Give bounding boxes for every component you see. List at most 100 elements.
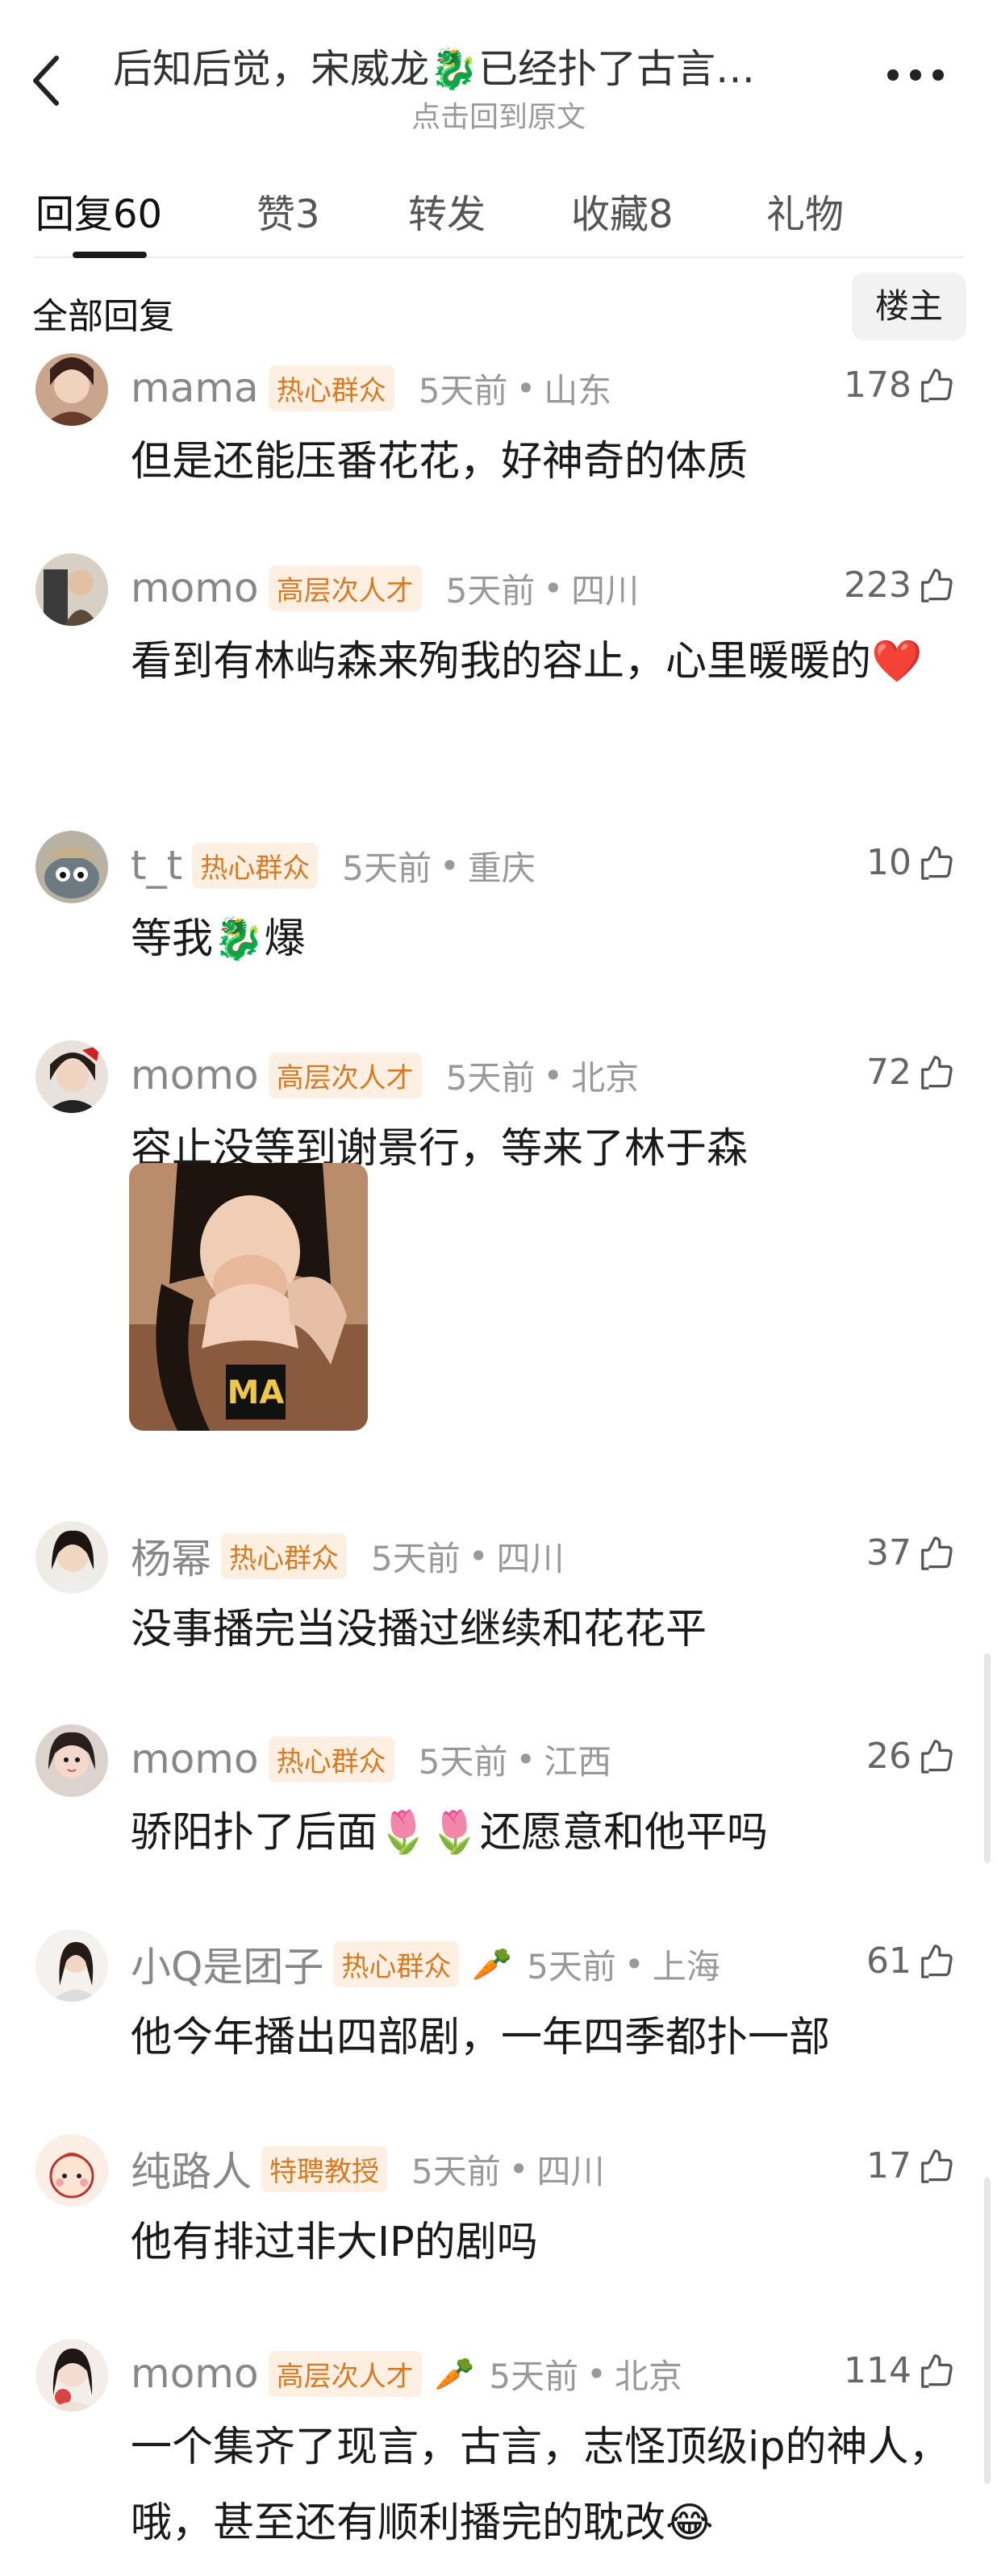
- more-dots-icon: [910, 69, 921, 81]
- timestamp: 5天前: [418, 1741, 508, 1782]
- comment-text: 没事播完当没播过继续和花花平: [131, 1606, 707, 1653]
- scrollbar[interactable]: [984, 2178, 991, 2484]
- comment-text: 骄阳扑了后面🌷🌷还愿意和他平吗: [131, 1809, 769, 1857]
- timestamp: 5天前: [411, 2151, 501, 2191]
- dot-separator: •: [508, 2149, 529, 2189]
- avatar[interactable]: [35, 1724, 108, 1797]
- tab-divider: [34, 256, 963, 258]
- username[interactable]: t_t: [131, 842, 182, 889]
- user-badge: 热心群众: [192, 842, 319, 889]
- like-button[interactable]: 114: [844, 2350, 955, 2391]
- timestamp: 5天前: [527, 1946, 616, 1986]
- username[interactable]: mama: [131, 365, 259, 411]
- username[interactable]: 纯路人: [131, 2140, 252, 2198]
- user-badge: 热心群众: [333, 1940, 460, 1987]
- username[interactable]: 小Q是团子: [131, 1935, 323, 1993]
- comment-item: momo 高层次人才 5天前 • 四川 223 看到有林屿森来殉我的容止，心里暖…: [0, 553, 997, 811]
- tab-gifts[interactable]: 礼物: [766, 182, 844, 239]
- tab-bar: 回复60 赞3 转发 收藏8 礼物: [0, 161, 997, 266]
- like-button[interactable]: 10: [866, 842, 955, 883]
- comment-meta: 小Q是团子 热心群众 🥕 5天前 • 上海: [131, 1936, 720, 1992]
- comment-meta: momo 高层次人才 5天前 • 北京: [131, 1047, 639, 1103]
- like-button[interactable]: 37: [866, 1532, 955, 1574]
- thumbs-up-icon: [921, 568, 953, 602]
- user-badge: 高层次人才: [268, 565, 422, 611]
- dot-separator: •: [515, 368, 536, 408]
- comment-meta: momo 热心群众 5天前 • 江西: [131, 1731, 611, 1787]
- comment-image[interactable]: MA: [129, 1163, 368, 1431]
- dot-separator: •: [586, 2353, 607, 2394]
- username[interactable]: momo: [131, 565, 259, 611]
- thumbs-up-icon: [921, 1055, 953, 1090]
- timestamp: 5天前: [445, 1057, 536, 1098]
- user-badge: 高层次人才: [268, 2350, 422, 2397]
- username[interactable]: momo: [131, 1052, 259, 1098]
- avatar[interactable]: [35, 1521, 108, 1594]
- tab-favorites[interactable]: 收藏8: [571, 182, 674, 239]
- username[interactable]: momo: [131, 2350, 259, 2397]
- scrollbar[interactable]: [984, 1653, 991, 1863]
- tab-likes[interactable]: 赞3: [257, 182, 320, 239]
- comment-meta: t_t 热心群众 5天前 • 重庆: [131, 837, 536, 894]
- timestamp: 5天前: [418, 370, 508, 411]
- avatar[interactable]: [35, 553, 108, 626]
- dot-separator: •: [515, 1739, 536, 1779]
- thumbs-up-icon: [921, 845, 953, 880]
- avatar[interactable]: [35, 353, 108, 426]
- dot-separator: •: [543, 1055, 564, 1095]
- comment-meta: 纯路人 特聘教授 5天前 • 四川: [131, 2140, 605, 2197]
- username[interactable]: momo: [131, 1736, 259, 1782]
- timestamp: 5天前: [489, 2356, 579, 2396]
- comment-meta: 杨幂 热心群众 5天前 • 四川: [131, 1528, 565, 1584]
- back-to-original-link[interactable]: 点击回到原文: [0, 94, 997, 135]
- like-button[interactable]: 72: [866, 1052, 955, 1093]
- comment-meta: momo 高层次人才 🥕 5天前 • 北京: [131, 2345, 682, 2402]
- comment-item: 杨幂 热心群众 5天前 • 四川 37 没事播完当没播过继续和花花平: [0, 1521, 997, 1707]
- like-button[interactable]: 17: [866, 2145, 955, 2186]
- post-title[interactable]: 后知后觉，宋威龙🐉已经扑了古言…: [113, 37, 855, 94]
- like-count: 61: [866, 1940, 911, 1982]
- comment-text: 他今年播出四部剧，一年四季都扑一部: [131, 2014, 831, 2061]
- tab-reposts[interactable]: 转发: [408, 182, 486, 239]
- like-button[interactable]: 223: [844, 565, 955, 606]
- location: 四川: [496, 1538, 565, 1578]
- microphone-logo-text: MA: [227, 1374, 285, 1411]
- user-badge: 热心群众: [268, 365, 394, 411]
- username[interactable]: 杨幂: [131, 1527, 211, 1585]
- like-button[interactable]: 178: [844, 365, 955, 406]
- comment-text: 但是还能压番花花，好神奇的体质: [131, 438, 749, 486]
- carrot-icon: 🥕: [434, 2355, 475, 2393]
- location: 上海: [652, 1946, 720, 1986]
- like-button[interactable]: 26: [866, 1736, 955, 1777]
- avatar[interactable]: [35, 831, 108, 903]
- like-count: 72: [866, 1052, 911, 1093]
- thumbs-up-icon: [921, 1739, 953, 1774]
- op-only-filter-button[interactable]: 楼主: [852, 273, 966, 340]
- thumbs-up-icon: [921, 368, 953, 402]
- like-count: 17: [866, 2145, 911, 2186]
- more-dots-icon: [887, 69, 899, 81]
- comment-meta: momo 高层次人才 5天前 • 四川: [131, 560, 639, 616]
- avatar[interactable]: [35, 1040, 108, 1113]
- comment-text: 他有排过非大IP的剧吗: [131, 2219, 538, 2266]
- user-badge: 热心群众: [221, 1532, 347, 1579]
- dot-separator: •: [439, 845, 460, 886]
- comment-item: momo 热心群众 5天前 • 江西 26 骄阳扑了后面🌷🌷还愿意和他平吗: [0, 1724, 997, 1910]
- more-button[interactable]: [887, 63, 944, 87]
- thumbs-up-icon: [921, 1536, 953, 1570]
- location: 重庆: [467, 848, 536, 888]
- avatar[interactable]: [35, 1929, 108, 2002]
- location: 北京: [614, 2356, 682, 2396]
- like-count: 114: [844, 2350, 911, 2391]
- like-count: 178: [844, 365, 911, 406]
- avatar[interactable]: [35, 2134, 108, 2207]
- comment-item: 纯路人 特聘教授 5天前 • 四川 17 他有排过非大IP的剧吗: [0, 2134, 997, 2320]
- comment-item: mama 热心群众 5天前 • 山东 178 但是还能压番花花，好神奇的体质: [0, 353, 997, 539]
- comment-text: 看到有林屿森来殉我的容止，心里暖暖的❤️: [131, 638, 923, 686]
- tab-replies[interactable]: 回复60: [35, 182, 162, 239]
- like-button[interactable]: 61: [866, 1940, 955, 1982]
- location: 四川: [571, 570, 640, 611]
- like-count: 223: [844, 565, 911, 606]
- avatar[interactable]: [35, 2339, 108, 2411]
- comment-text: 等我🐉爆: [131, 915, 306, 963]
